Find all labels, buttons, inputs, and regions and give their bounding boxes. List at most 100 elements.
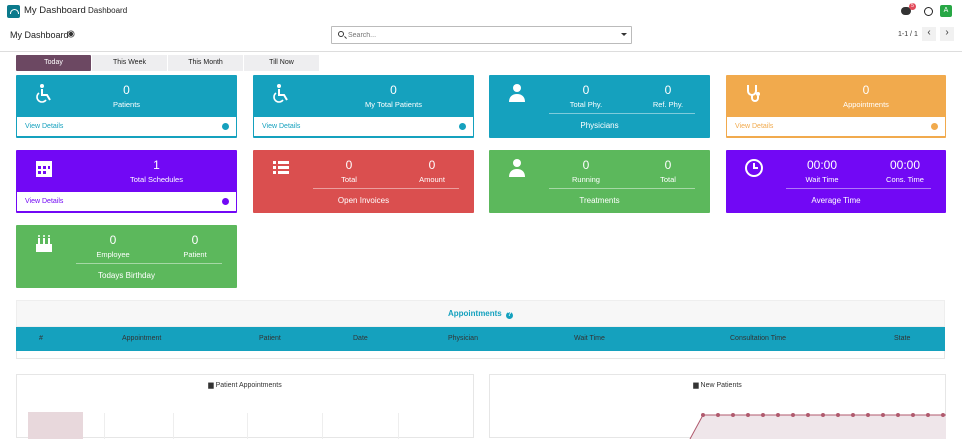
treatments-total-label: Total (660, 175, 676, 184)
avatar[interactable]: A (940, 5, 952, 17)
todays-birthday-title: Todays Birthday (98, 271, 155, 280)
notification-badge: 5 (909, 3, 916, 10)
view-details-link[interactable]: View Details (262, 123, 300, 130)
invoices-total-label: Total (341, 175, 357, 184)
divider (76, 263, 222, 264)
column-header[interactable]: Appointment (122, 335, 161, 342)
column-header[interactable]: Date (353, 335, 368, 342)
column-header[interactable]: Wait Time (574, 335, 605, 342)
arrow-right-icon[interactable] (222, 198, 229, 205)
column-header[interactable]: Patient (259, 335, 281, 342)
wheelchair-icon (271, 83, 291, 103)
patients-count: 0 (123, 83, 130, 97)
arrow-right-icon[interactable] (459, 123, 466, 130)
search-options-toggle[interactable] (621, 33, 627, 36)
my-patients-label: My Total Patients (365, 100, 422, 109)
birthday-cake-icon (34, 233, 54, 253)
open-invoices-card[interactable]: 0 Total 0 Amount Open Invoices (253, 150, 474, 213)
schedules-count: 1 (153, 158, 160, 172)
my-total-patients-card: 0 My Total Patients View Details (253, 75, 474, 138)
tab-till-now[interactable]: Till Now (244, 55, 319, 71)
gear-icon[interactable] (68, 31, 74, 37)
invoices-amount-label: Amount (419, 175, 445, 184)
gridline (398, 413, 399, 439)
birthday-employee-count: 0 (109, 233, 117, 247)
appointments-table-body (16, 351, 945, 359)
column-header[interactable]: State (894, 335, 910, 342)
tab-this-week[interactable]: This Week (92, 55, 167, 71)
doctor-icon (507, 83, 527, 103)
appointments-section-header: Appointments ? (16, 300, 945, 327)
appointments-view-details[interactable]: View Details (726, 116, 946, 137)
treatments-running-label: Running (572, 175, 600, 184)
chart-icon: ▆ (208, 382, 214, 389)
physicians-title: Physicians (580, 121, 619, 130)
arrow-right-icon[interactable] (222, 123, 229, 130)
top-navbar: My Dashboard Dashboard 5 A (0, 0, 962, 22)
pager-value: 1-1 / 1 (898, 31, 918, 38)
doctor-icon (507, 158, 527, 178)
appointments-table-header: # Appointment Patient Date Physician Wai… (16, 327, 945, 351)
consultation-time-value: 00:00 (889, 158, 921, 172)
appointments-label: Appointments (843, 100, 889, 109)
ref-physicians-count: 0 (664, 83, 672, 97)
invoices-amount-value: 0 (428, 158, 436, 172)
ref-physicians-label: Ref. Phy. (652, 100, 684, 109)
appointments-card: 0 Appointments View Details (726, 75, 946, 138)
total-physicians-count: 0 (582, 83, 590, 97)
birthday-employee-label: Employee (96, 250, 130, 259)
view-details-link[interactable]: View Details (25, 198, 63, 205)
tab-this-month[interactable]: This Month (168, 55, 243, 71)
average-time-card[interactable]: 00:00 Wait Time 00:00 Cons. Time Average… (726, 150, 946, 213)
breadcrumb: My Dashboard (10, 30, 69, 40)
schedules-label: Total Schedules (130, 175, 183, 184)
new-patients-line (689, 413, 946, 439)
pager-previous-button[interactable]: ‹ (922, 27, 936, 41)
consultation-time-label: Cons. Time (886, 175, 924, 184)
column-header[interactable]: # (39, 335, 43, 342)
period-tabs: Today This Week This Month Till Now (16, 55, 320, 71)
invoices-total-count: 0 (345, 158, 353, 172)
treatments-total-count: 0 (664, 158, 672, 172)
clock-icon[interactable] (924, 7, 933, 16)
birthday-patient-count: 0 (191, 233, 199, 247)
patients-card: 0 Patients View Details (16, 75, 237, 138)
help-icon[interactable]: ? (506, 312, 513, 319)
appointments-section-title: Appointments (447, 309, 502, 318)
treatments-title: Treatments (579, 196, 620, 205)
stethoscope-icon (744, 83, 764, 103)
search-box[interactable] (331, 26, 632, 44)
control-panel: My Dashboard 1-1 / 1 ‹ › (0, 22, 962, 52)
column-header[interactable]: Physician (448, 335, 478, 342)
patients-view-details[interactable]: View Details (16, 116, 237, 137)
new-patients-chart: ▆ New Patients (489, 374, 946, 439)
my-patients-view-details[interactable]: View Details (253, 116, 474, 137)
search-icon (338, 31, 344, 37)
schedules-view-details[interactable]: View Details (16, 191, 237, 212)
gridline (104, 413, 105, 439)
average-time-title: Average Time (811, 196, 861, 205)
gridline (173, 413, 174, 439)
tab-today[interactable]: Today (16, 55, 91, 71)
open-invoices-title: Open Invoices (337, 196, 390, 205)
view-details-link[interactable]: View Details (25, 123, 63, 130)
todays-birthday-card[interactable]: 0 Employee 0 Patient Todays Birthday (16, 225, 237, 288)
divider (786, 188, 931, 189)
arrow-right-icon[interactable] (931, 123, 938, 130)
dashboard-app-icon[interactable] (7, 5, 20, 18)
treatments-running-count: 0 (582, 158, 590, 172)
column-header[interactable]: Consultation Time (730, 335, 786, 342)
pager-next-button[interactable]: › (940, 27, 954, 41)
physicians-card[interactable]: 0 Total Phy. 0 Ref. Phy. Physicians (489, 75, 710, 138)
view-details-link[interactable]: View Details (735, 123, 773, 130)
search-input[interactable] (348, 29, 608, 41)
chart-bar (28, 412, 83, 439)
divider (313, 188, 459, 189)
patients-label: Patients (112, 100, 141, 109)
list-icon (271, 158, 291, 178)
wait-time-value: 00:00 (806, 158, 838, 172)
treatments-card[interactable]: 0 Running 0 Total Treatments (489, 150, 710, 213)
menu-dashboard[interactable]: Dashboard (88, 6, 127, 15)
divider (549, 188, 695, 189)
app-title[interactable]: My Dashboard (24, 5, 86, 16)
